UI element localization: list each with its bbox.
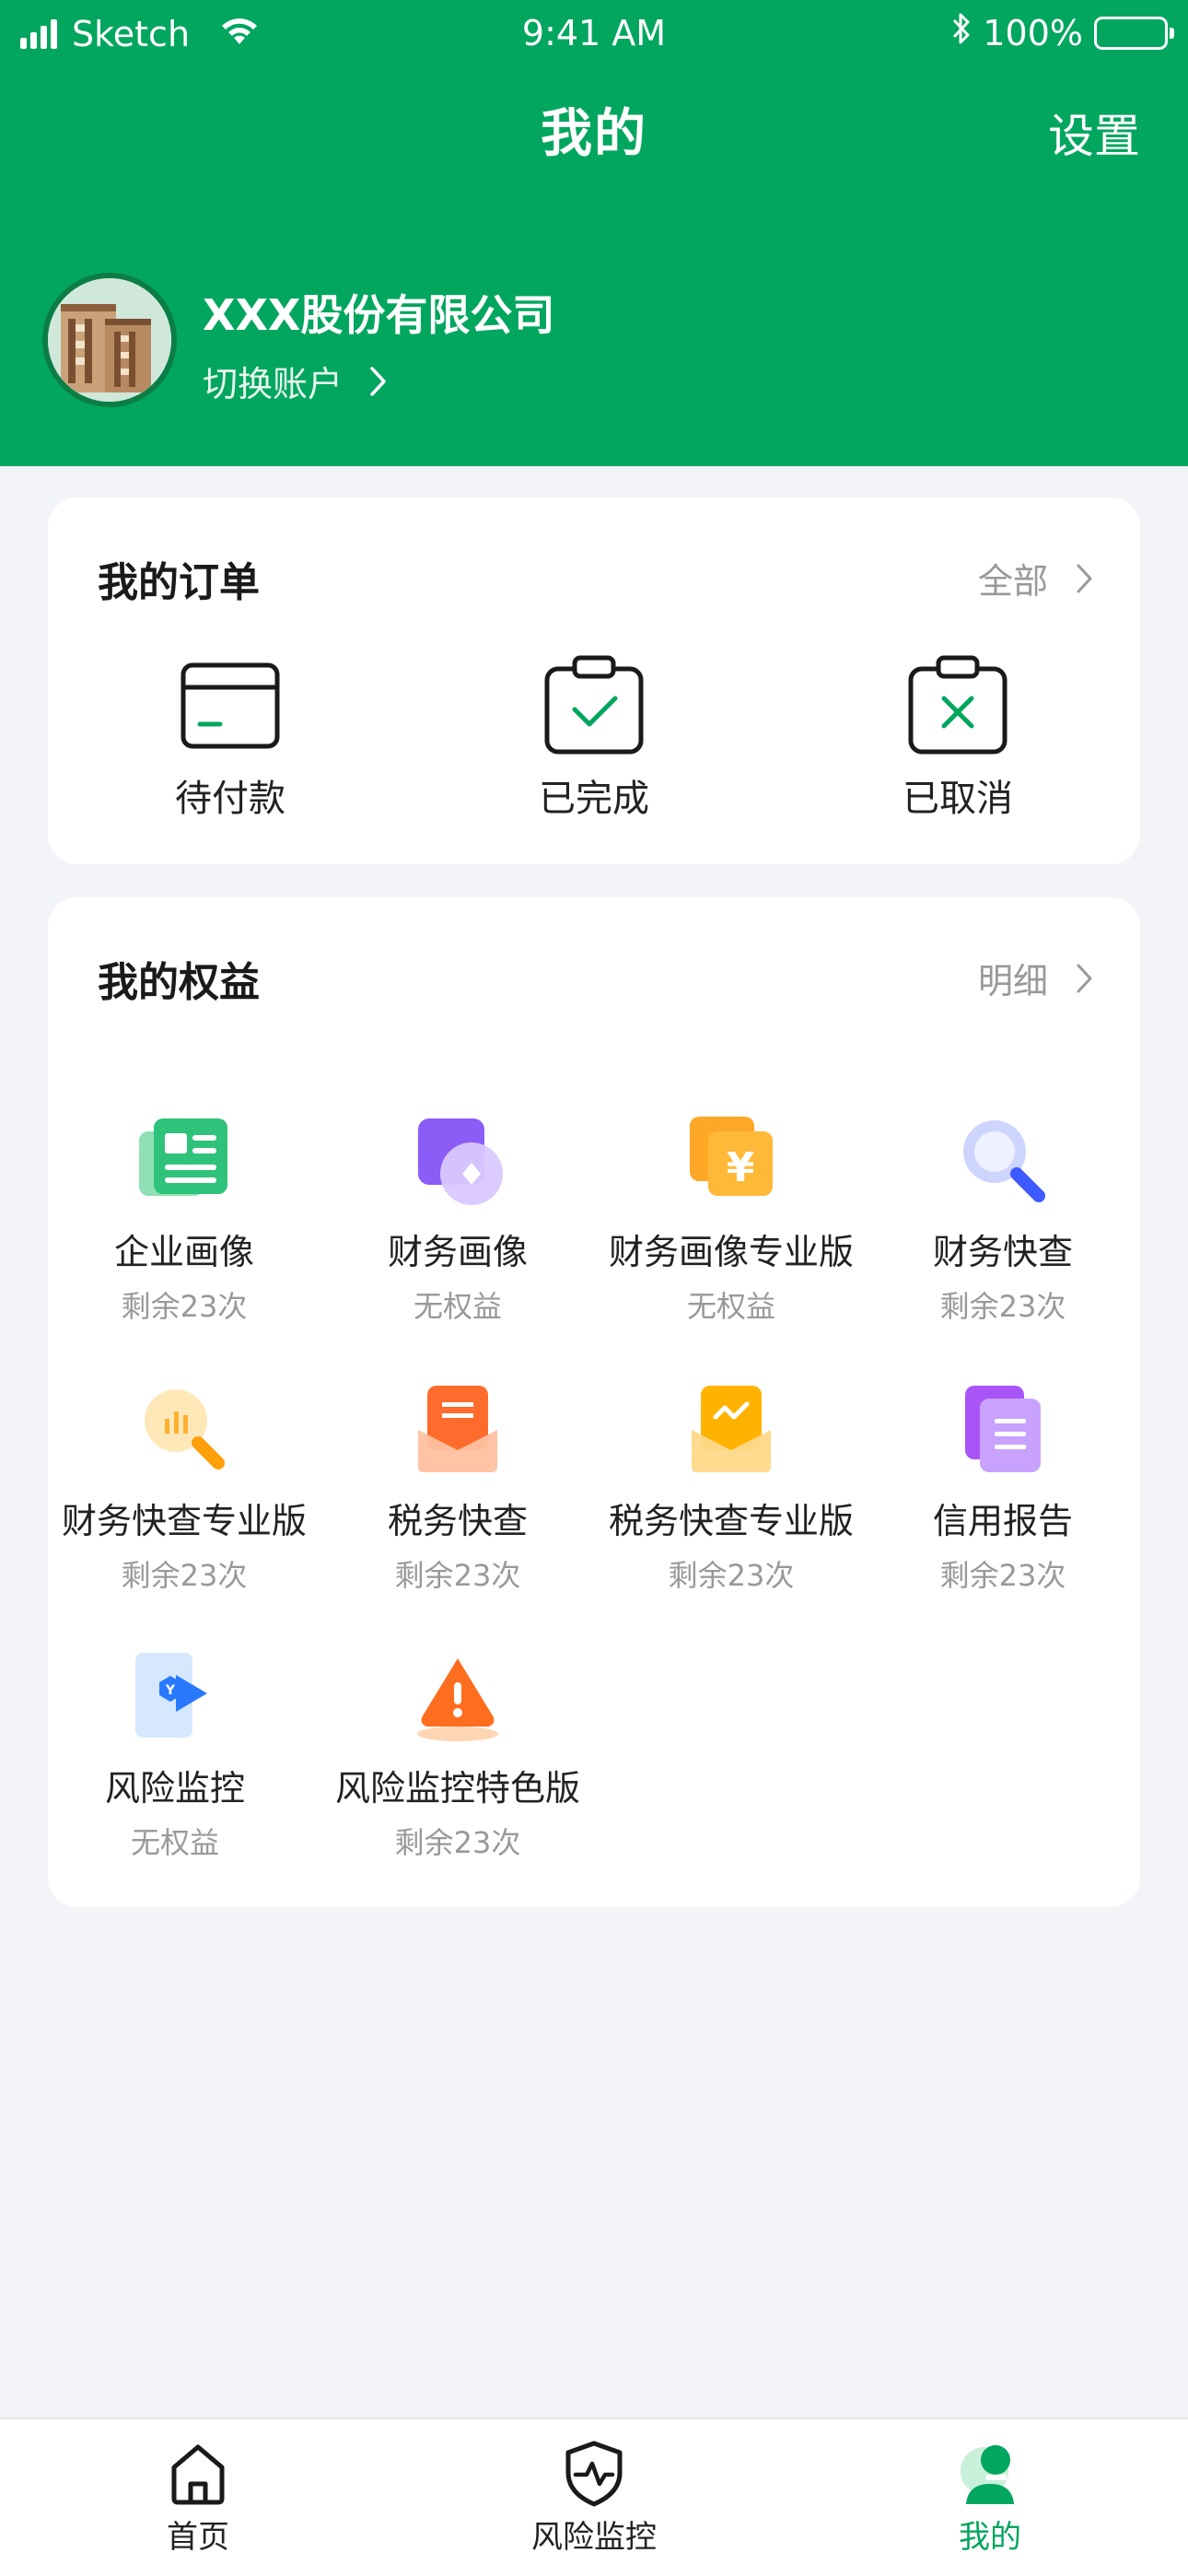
tab-label: 我的 <box>959 2519 1021 2556</box>
status-bar: Sketch 9:41 AM 100% <box>0 0 1188 72</box>
right-item-name: 税务快查 <box>387 1501 528 1541</box>
right-item-remaining: 无权益 <box>686 1289 775 1324</box>
building-icon <box>48 278 171 402</box>
right-item-remaining: 剩余23次 <box>121 1558 248 1593</box>
tax-quick-search-pro-icon <box>681 1378 782 1480</box>
right-item-name: 风险监控 <box>104 1768 245 1809</box>
right-item-tax-quick-search-pro[interactable]: 税务快查专业版 剩余23次 <box>593 1378 869 1595</box>
rights-card: 我的权益 明细 企业画像 剩余23次 财务画像 无权益 ¥ 财务画像专业版 无权… <box>48 897 1140 1907</box>
bluetooth-icon <box>951 11 972 54</box>
orders-title: 我的订单 <box>98 559 260 606</box>
tab-home[interactable]: 首页 <box>97 2438 299 2557</box>
right-item-remaining: 剩余23次 <box>121 1289 248 1324</box>
order-item-label: 已取消 <box>903 778 1013 820</box>
finance-profile-icon <box>407 1109 508 1211</box>
battery-icon <box>1094 16 1174 50</box>
chevron-right-icon <box>370 366 386 396</box>
right-item-finance-profile[interactable]: 财务画像 无权益 <box>320 1109 596 1326</box>
switch-account-button[interactable]: 切换账户 <box>203 356 389 406</box>
right-item-tax-quick-search[interactable]: 税务快查 剩余23次 <box>320 1378 596 1595</box>
settings-button[interactable]: 设置 <box>1048 100 1140 166</box>
right-item-risk-monitor[interactable]: Y 风险监控 无权益 <box>37 1645 313 1862</box>
tax-quick-search-icon <box>407 1378 508 1480</box>
right-item-remaining: 剩余23次 <box>668 1558 795 1593</box>
right-item-name: 企业画像 <box>113 1232 254 1272</box>
enterprise-profile-icon <box>134 1109 235 1211</box>
clipboard-cross-icon <box>907 654 1008 755</box>
right-item-finance-quick-search[interactable]: 财务快查 剩余23次 <box>865 1109 1141 1326</box>
order-cancelled[interactable]: 已取消 <box>856 654 1059 822</box>
status-right: 100% <box>951 11 1174 54</box>
clipboard-check-icon <box>543 654 645 755</box>
orders-all-label: 全部 <box>977 561 1048 602</box>
right-item-name: 信用报告 <box>932 1501 1073 1541</box>
order-pending-payment[interactable]: 待付款 <box>129 654 332 822</box>
battery-percent: 100% <box>983 12 1083 53</box>
rights-detail-button[interactable]: 明细 <box>978 953 1094 1003</box>
screen: Sketch 9:41 AM 100% 我的 设置 XXX股份有限公司 切换账户… <box>0 0 1188 2576</box>
right-item-name: 税务快查专业版 <box>608 1501 854 1541</box>
tab-label: 风险监控 <box>531 2519 657 2556</box>
right-item-remaining: 无权益 <box>413 1289 502 1324</box>
rights-detail-label: 明细 <box>977 961 1048 1001</box>
chevron-right-icon <box>1077 564 1092 592</box>
svg-text:¥: ¥ <box>727 1144 755 1191</box>
tab-label: 首页 <box>167 2519 229 2556</box>
order-completed[interactable]: 已完成 <box>493 654 695 822</box>
right-item-name: 风险监控特色版 <box>334 1768 580 1809</box>
right-item-enterprise-profile[interactable]: 企业画像 剩余23次 <box>46 1109 322 1326</box>
risk-monitor-icon: Y <box>124 1645 226 1747</box>
company-name: XXX股份有限公司 <box>203 290 555 340</box>
right-item-remaining: 剩余23次 <box>939 1558 1066 1593</box>
right-item-risk-monitor-special[interactable]: 风险监控特色版 剩余23次 <box>320 1645 596 1862</box>
orders-card: 我的订单 全部 待付款 已完成 已取消 <box>48 498 1140 864</box>
finance-quick-search-pro-icon <box>134 1378 235 1480</box>
order-item-label: 待付款 <box>175 778 285 820</box>
finance-quick-search-icon <box>952 1109 1054 1211</box>
user-icon <box>953 2438 1027 2508</box>
right-item-name: 财务快查专业版 <box>61 1501 307 1541</box>
right-item-credit-report[interactable]: 信用报告 剩余23次 <box>865 1378 1141 1595</box>
right-item-finance-profile-pro[interactable]: ¥ 财务画像专业版 无权益 <box>593 1109 869 1326</box>
switch-account-label: 切换账户 <box>203 364 344 404</box>
shield-pulse-icon <box>557 2438 631 2508</box>
tab-mine[interactable]: 我的 <box>889 2438 1091 2557</box>
risk-monitor-special-icon <box>407 1645 508 1747</box>
rights-title: 我的权益 <box>98 959 260 1006</box>
right-item-name: 财务快查 <box>932 1232 1073 1272</box>
right-item-name: 财务画像专业版 <box>608 1232 854 1272</box>
svg-text:Y: Y <box>165 1683 176 1698</box>
right-item-remaining: 剩余23次 <box>394 1825 521 1860</box>
credit-report-icon <box>952 1378 1054 1480</box>
order-item-label: 已完成 <box>539 778 649 820</box>
finance-profile-pro-icon: ¥ <box>681 1109 782 1211</box>
right-item-finance-quick-search-pro[interactable]: 财务快查专业版 剩余23次 <box>46 1378 322 1595</box>
wallet-icon <box>180 654 281 755</box>
right-item-remaining: 无权益 <box>130 1825 219 1860</box>
home-icon <box>161 2438 235 2508</box>
right-item-remaining: 剩余23次 <box>939 1289 1066 1324</box>
page-title: 我的 <box>541 104 647 164</box>
bottom-tab-bar: 首页 风险监控 我的 <box>0 2418 1188 2576</box>
orders-all-button[interactable]: 全部 <box>978 553 1094 603</box>
right-item-name: 财务画像 <box>387 1232 528 1272</box>
company-avatar[interactable] <box>42 273 177 407</box>
chevron-right-icon <box>1077 964 1092 992</box>
right-item-remaining: 剩余23次 <box>394 1558 521 1593</box>
profile-header: Sketch 9:41 AM 100% 我的 设置 XXX股份有限公司 切换账户 <box>0 0 1188 466</box>
tab-risk-monitor[interactable]: 风险监控 <box>493 2438 695 2557</box>
